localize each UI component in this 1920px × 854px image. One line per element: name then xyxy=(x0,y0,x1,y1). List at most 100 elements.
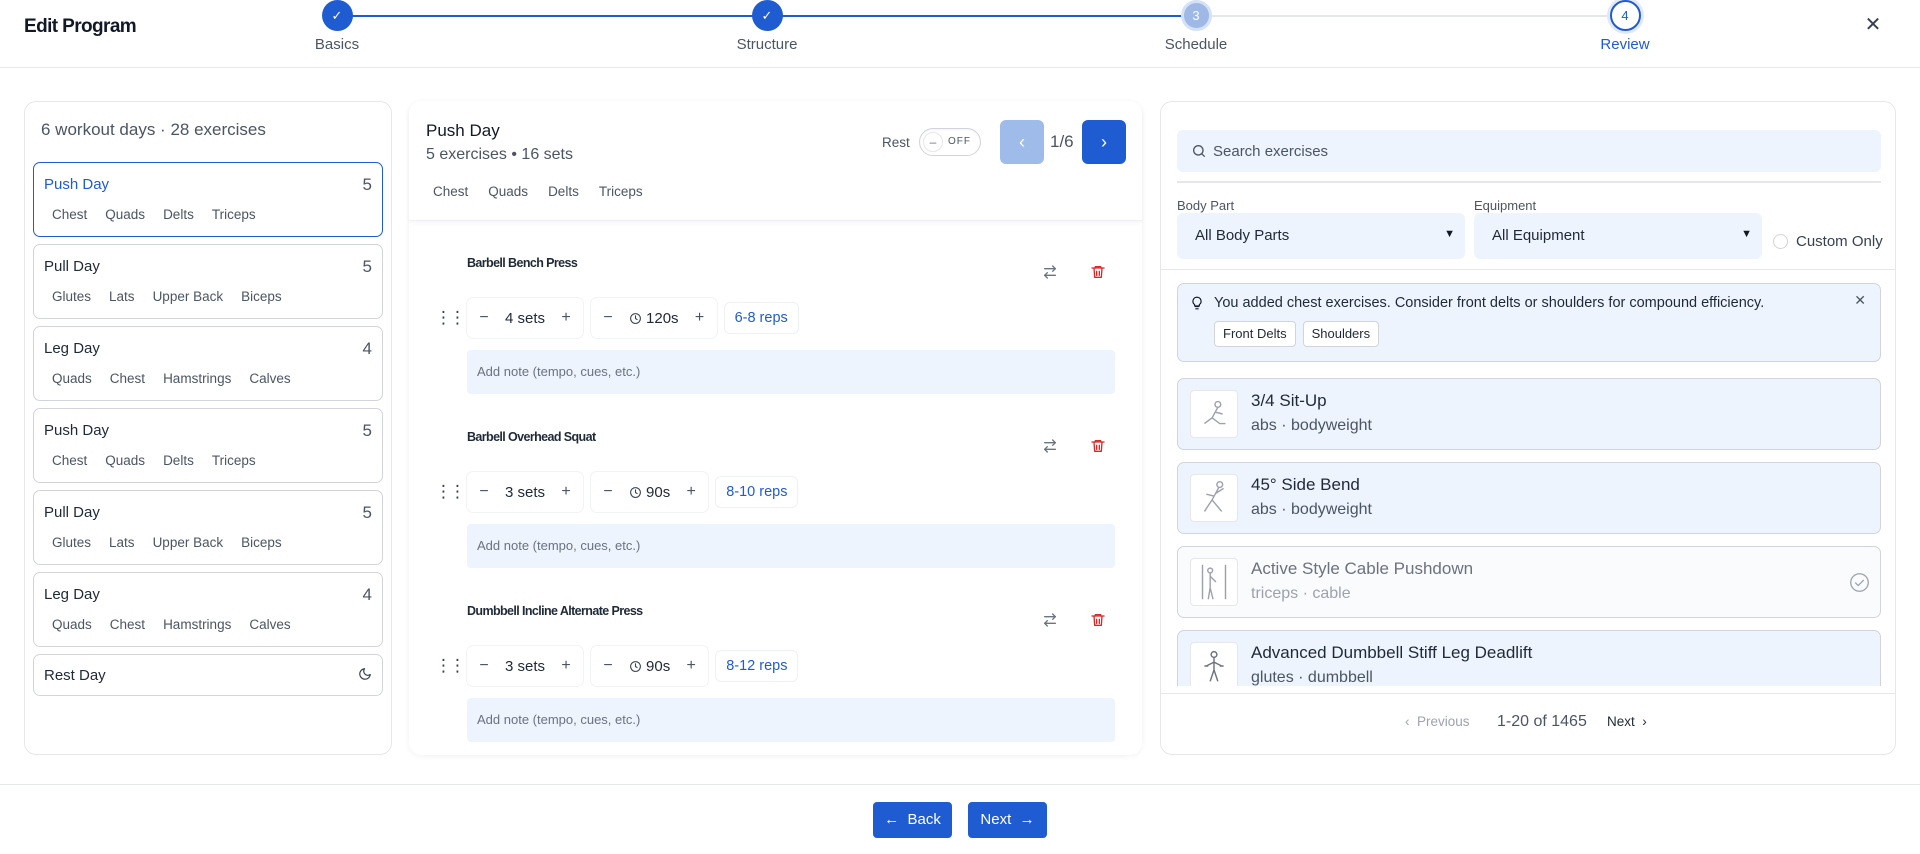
exercise-name: Barbell Bench Press xyxy=(467,256,578,270)
equipment-select[interactable]: All Equipment ▼ xyxy=(1474,213,1762,259)
rest-label: Rest xyxy=(882,135,910,150)
step-number: 3 xyxy=(1180,0,1212,31)
day-name: Pull Day xyxy=(44,258,100,275)
trash-icon[interactable] xyxy=(1090,438,1106,454)
exercise-figure-icon xyxy=(1201,564,1227,600)
exercise-list-item[interactable]: Advanced Dumbbell Stiff Leg Deadlift glu… xyxy=(1177,630,1881,686)
plus-icon[interactable]: + xyxy=(683,309,717,327)
step-review[interactable]: 4 Review xyxy=(1565,0,1685,53)
back-button[interactable]: ← Back xyxy=(873,802,952,838)
top-bar: Edit Program ✓ Basics ✓ Structure 3 Sche… xyxy=(0,0,1920,68)
next-day-button[interactable]: › xyxy=(1082,120,1126,164)
swap-icon[interactable] xyxy=(1042,612,1058,628)
pagination-divider xyxy=(1161,693,1895,694)
minus-icon[interactable]: − xyxy=(467,483,501,501)
note-input[interactable]: Add note (tempo, cues, etc.) xyxy=(467,350,1115,394)
footer-bar: ← Back Next → xyxy=(0,784,1920,854)
plus-icon[interactable]: + xyxy=(549,657,583,675)
muscle-tag: Upper Back xyxy=(152,535,224,550)
next-page-button[interactable]: Next › xyxy=(1607,714,1647,729)
minus-icon[interactable]: − xyxy=(591,657,625,675)
chevron-left-icon: ‹ xyxy=(1019,132,1025,152)
checkbox[interactable] xyxy=(1773,234,1788,249)
plus-icon[interactable]: + xyxy=(674,483,708,501)
note-input[interactable]: Add note (tempo, cues, etc.) xyxy=(467,524,1115,568)
rest-toggle[interactable]: – OFF xyxy=(919,128,981,156)
day-card[interactable]: Leg Day 4 Quads Chest Hamstrings Calves xyxy=(33,326,383,401)
exercise-block: ⋮⋮ Barbell Bench Press − 4 sets + − 120s… xyxy=(435,242,1123,406)
muscle-tag: Calves xyxy=(249,371,291,386)
exercise-name: 3/4 Sit-Up xyxy=(1251,391,1327,410)
rest-stepper: − 120s + xyxy=(591,298,717,338)
body-part-select[interactable]: All Body Parts ▼ xyxy=(1177,213,1465,259)
muscle-tag: Upper Back xyxy=(152,289,224,304)
rest-day-card[interactable]: Rest Day xyxy=(33,654,383,696)
pagination-range: 1-20 of 1465 xyxy=(1497,713,1587,730)
equipment-value: All Equipment xyxy=(1492,227,1585,244)
check-icon: ✓ xyxy=(321,0,353,31)
drag-handle-icon[interactable]: ⋮⋮ xyxy=(435,657,466,674)
suggestion-chip[interactable]: Shoulders xyxy=(1302,321,1380,347)
day-exercise-count: 5 xyxy=(362,503,372,522)
next-button[interactable]: Next → xyxy=(968,802,1047,838)
reps-button[interactable]: 6-8 reps xyxy=(724,303,798,333)
muscle-tag: Chest xyxy=(52,207,88,222)
step-basics[interactable]: ✓ Basics xyxy=(277,0,397,53)
day-card[interactable]: Pull Day 5 Glutes Lats Upper Back Biceps xyxy=(33,244,383,319)
day-card[interactable]: Leg Day 4 Quads Chest Hamstrings Calves xyxy=(33,572,383,647)
muscle-tag: Quads xyxy=(105,453,146,468)
previous-day-button[interactable]: ‹ xyxy=(1000,120,1044,164)
muscle-tag: Lats xyxy=(109,535,135,550)
page-title: Edit Program xyxy=(24,16,137,37)
exercise-thumbnail xyxy=(1190,390,1238,438)
minus-icon[interactable]: − xyxy=(467,309,501,327)
day-name: Pull Day xyxy=(44,504,100,521)
swap-icon[interactable] xyxy=(1042,438,1058,454)
minus-icon[interactable]: − xyxy=(591,483,625,501)
day-card[interactable]: Push Day 5 Chest Quads Delts Triceps xyxy=(33,408,383,483)
plus-icon[interactable]: + xyxy=(674,657,708,675)
step-schedule[interactable]: 3 Schedule xyxy=(1136,0,1256,53)
plus-icon[interactable]: + xyxy=(549,309,583,327)
search-icon xyxy=(1193,145,1205,157)
drag-handle-icon[interactable]: ⋮⋮ xyxy=(435,483,466,500)
exercise-meta: abs · bodyweight xyxy=(1251,417,1372,434)
close-icon[interactable]: ✕ xyxy=(1862,14,1884,36)
suggestion-chip[interactable]: Front Delts xyxy=(1214,321,1296,347)
custom-only-checkbox[interactable]: Custom Only xyxy=(1773,233,1883,250)
reps-button[interactable]: 8-12 reps xyxy=(716,651,798,681)
rest-stepper: − 90s + xyxy=(591,472,709,512)
exercise-block: ⋮⋮ Barbell Overhead Squat − 3 sets + − 9… xyxy=(435,416,1123,580)
close-icon[interactable]: ✕ xyxy=(1854,292,1866,309)
exercise-meta: glutes · dumbbell xyxy=(1251,669,1373,686)
drag-handle-icon[interactable]: ⋮⋮ xyxy=(435,309,466,326)
next-label: Next xyxy=(1607,714,1635,729)
trash-icon[interactable] xyxy=(1090,612,1106,628)
muscle-tag: Triceps xyxy=(598,184,643,199)
exercise-list-item[interactable]: Active Style Cable Pushdown triceps · ca… xyxy=(1177,546,1881,618)
search-input[interactable] xyxy=(1213,130,1863,172)
plus-icon[interactable]: + xyxy=(549,483,583,501)
toggle-text: OFF xyxy=(948,136,971,147)
note-input[interactable]: Add note (tempo, cues, etc.) xyxy=(467,698,1115,742)
step-label: Review xyxy=(1600,36,1650,53)
day-card[interactable]: Pull Day 5 Glutes Lats Upper Back Biceps xyxy=(33,490,383,565)
previous-page-button[interactable]: ‹ Previous xyxy=(1405,714,1470,729)
swap-icon[interactable] xyxy=(1042,264,1058,280)
muscle-tag: Delts xyxy=(548,184,579,199)
minus-icon[interactable]: − xyxy=(467,657,501,675)
exercise-list-item[interactable]: 3/4 Sit-Up abs · bodyweight xyxy=(1177,378,1881,450)
day-exercise-count: 4 xyxy=(362,585,372,604)
exercise-name: Barbell Overhead Squat xyxy=(467,430,596,444)
trash-icon[interactable] xyxy=(1090,264,1106,280)
exercise-list-item[interactable]: 45° Side Bend abs · bodyweight xyxy=(1177,462,1881,534)
day-tags: Chest Quads Delts Triceps xyxy=(433,184,643,199)
step-structure[interactable]: ✓ Structure xyxy=(707,0,827,53)
reps-button[interactable]: 8-10 reps xyxy=(716,477,798,507)
clock-icon xyxy=(630,312,641,324)
minus-icon[interactable]: − xyxy=(591,309,625,327)
sets-stepper: − 3 sets + xyxy=(467,472,584,512)
exercise-name: Dumbbell Incline Alternate Press xyxy=(467,604,643,618)
stepper-remaining-line xyxy=(1196,15,1625,17)
day-card[interactable]: Push Day 5 Chest Quads Delts Triceps xyxy=(33,162,383,237)
